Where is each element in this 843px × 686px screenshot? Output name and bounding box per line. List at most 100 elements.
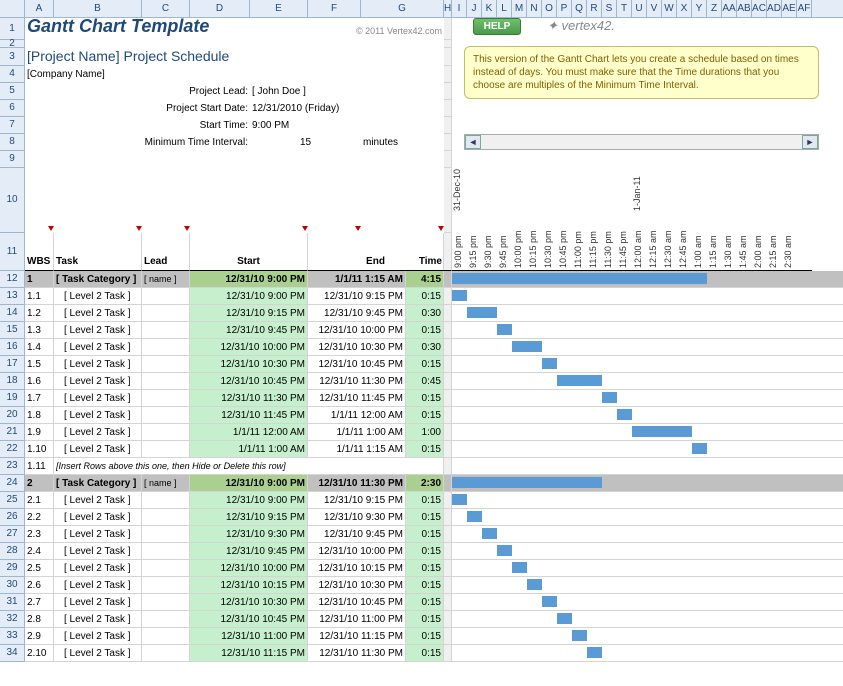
start-cell[interactable]: 12/31/10 9:00 PM [190,492,308,509]
wbs-cell[interactable]: 1.6 [25,373,54,390]
row-header[interactable]: 8 [0,134,25,151]
end-cell[interactable]: 12/31/10 11:45 PM [308,390,406,407]
col-header[interactable]: Z [707,0,722,17]
row-header[interactable]: 7 [0,117,25,134]
gantt-bar[interactable] [497,324,512,335]
time-cell[interactable]: 2:30 [406,475,444,492]
end-cell[interactable]: 12/31/10 9:15 PM [308,492,406,509]
col-header[interactable]: K [482,0,497,17]
time-cell[interactable]: 4:15 [406,271,444,288]
lead-cell[interactable] [142,322,190,339]
task-cell[interactable]: [ Level 2 Task ] [54,492,142,509]
comment-indicator-icon[interactable] [184,226,190,231]
task-cell[interactable]: [ Level 2 Task ] [54,356,142,373]
time-cell[interactable]: 0:15 [406,577,444,594]
col-header[interactable]: W [662,0,677,17]
time-cell[interactable]: 0:15 [406,356,444,373]
task-cell[interactable]: [ Level 2 Task ] [54,390,142,407]
end-cell[interactable]: 12/31/10 10:30 PM [308,577,406,594]
col-header[interactable]: I [452,0,467,17]
task-cell[interactable]: [ Level 2 Task ] [54,543,142,560]
row-header[interactable]: 31 [0,594,25,611]
end-cell[interactable]: 12/31/10 9:30 PM [308,509,406,526]
row-header[interactable]: 19 [0,390,25,407]
time-cell[interactable]: 0:15 [406,645,444,662]
end-cell[interactable]: 12/31/10 11:30 PM [308,645,406,662]
time-cell[interactable]: 0:45 [406,373,444,390]
col-header[interactable]: N [527,0,542,17]
end-cell[interactable]: 1/1/11 1:15 AM [308,441,406,458]
col-header[interactable]: AF [797,0,812,17]
wbs-cell[interactable]: 1.3 [25,322,54,339]
gantt-bar[interactable] [602,392,617,403]
gantt-bar[interactable] [497,545,512,556]
row-header[interactable]: 15 [0,322,25,339]
row-header[interactable]: 12 [0,271,25,288]
comment-indicator-icon[interactable] [302,226,308,231]
start-cell[interactable]: 12/31/10 10:30 PM [190,594,308,611]
row-header[interactable]: 33 [0,628,25,645]
wbs-cell[interactable]: 2.5 [25,560,54,577]
wbs-cell[interactable]: 1.10 [25,441,54,458]
end-cell[interactable]: 12/31/10 10:45 PM [308,356,406,373]
col-header[interactable]: V [647,0,662,17]
wbs-cell[interactable]: 2.9 [25,628,54,645]
start-cell[interactable]: 12/31/10 11:00 PM [190,628,308,645]
wbs-cell[interactable]: 1 [25,271,54,288]
lead-cell[interactable] [142,390,190,407]
row-header[interactable]: 14 [0,305,25,322]
time-cell[interactable]: 0:30 [406,305,444,322]
start-cell[interactable]: 1/1/11 12:00 AM [190,424,308,441]
end-cell[interactable]: 1/1/11 12:00 AM [308,407,406,424]
gantt-bar[interactable] [512,341,542,352]
comment-indicator-icon[interactable] [136,226,142,231]
lead-cell[interactable] [142,373,190,390]
end-cell[interactable]: 12/31/10 11:15 PM [308,628,406,645]
wbs-cell[interactable]: 1.2 [25,305,54,322]
start-cell[interactable]: 12/31/10 9:00 PM [190,288,308,305]
gantt-bar[interactable] [467,307,497,318]
lead-cell[interactable] [142,543,190,560]
wbs-cell[interactable]: 1.5 [25,356,54,373]
gantt-scrollbar[interactable]: ◄► [464,134,819,150]
wbs-cell[interactable]: 2.3 [25,526,54,543]
wbs-cell[interactable]: 2.2 [25,509,54,526]
gantt-bar[interactable] [452,290,467,301]
task-cell[interactable]: [ Level 2 Task ] [54,509,142,526]
wbs-cell[interactable]: 1.1 [25,288,54,305]
col-header[interactable]: M [512,0,527,17]
col-header[interactable]: X [677,0,692,17]
start-cell[interactable]: 12/31/10 10:45 PM [190,373,308,390]
wbs-cell[interactable]: 2.8 [25,611,54,628]
row-header[interactable]: 24 [0,475,25,492]
wbs-cell[interactable]: 1.9 [25,424,54,441]
start-header[interactable]: Start [190,233,308,271]
time-cell[interactable]: 0:15 [406,390,444,407]
time-cell[interactable]: 0:15 [406,560,444,577]
start-cell[interactable]: 12/31/10 9:15 PM [190,305,308,322]
end-cell[interactable]: 12/31/10 9:45 PM [308,305,406,322]
time-cell[interactable]: 0:15 [406,407,444,424]
col-header[interactable]: AA [722,0,737,17]
start-cell[interactable]: 1/1/11 1:00 AM [190,441,308,458]
start-cell[interactable]: 12/31/10 11:15 PM [190,645,308,662]
end-cell[interactable]: 12/31/10 10:30 PM [308,339,406,356]
lead-header[interactable]: Lead [142,233,190,271]
time-cell[interactable]: 0:15 [406,509,444,526]
row-header[interactable]: 2 [0,40,25,48]
meta-value[interactable]: [ John Doe ] [250,83,444,100]
row-header[interactable]: 32 [0,611,25,628]
wbs-cell[interactable]: 2.10 [25,645,54,662]
task-cell[interactable]: [ Level 2 Task ] [54,373,142,390]
end-cell[interactable]: 12/31/10 9:15 PM [308,288,406,305]
time-cell[interactable]: 0:15 [406,288,444,305]
wbs-header[interactable]: WBS [25,233,54,271]
gantt-bar[interactable] [512,562,527,573]
lead-cell[interactable] [142,339,190,356]
gantt-bar[interactable] [617,409,632,420]
task-cell[interactable]: [ Level 2 Task ] [54,407,142,424]
scroll-left-icon[interactable]: ◄ [465,135,481,149]
row-header[interactable]: 25 [0,492,25,509]
col-header[interactable]: U [632,0,647,17]
row-header[interactable]: 9 [0,151,25,168]
